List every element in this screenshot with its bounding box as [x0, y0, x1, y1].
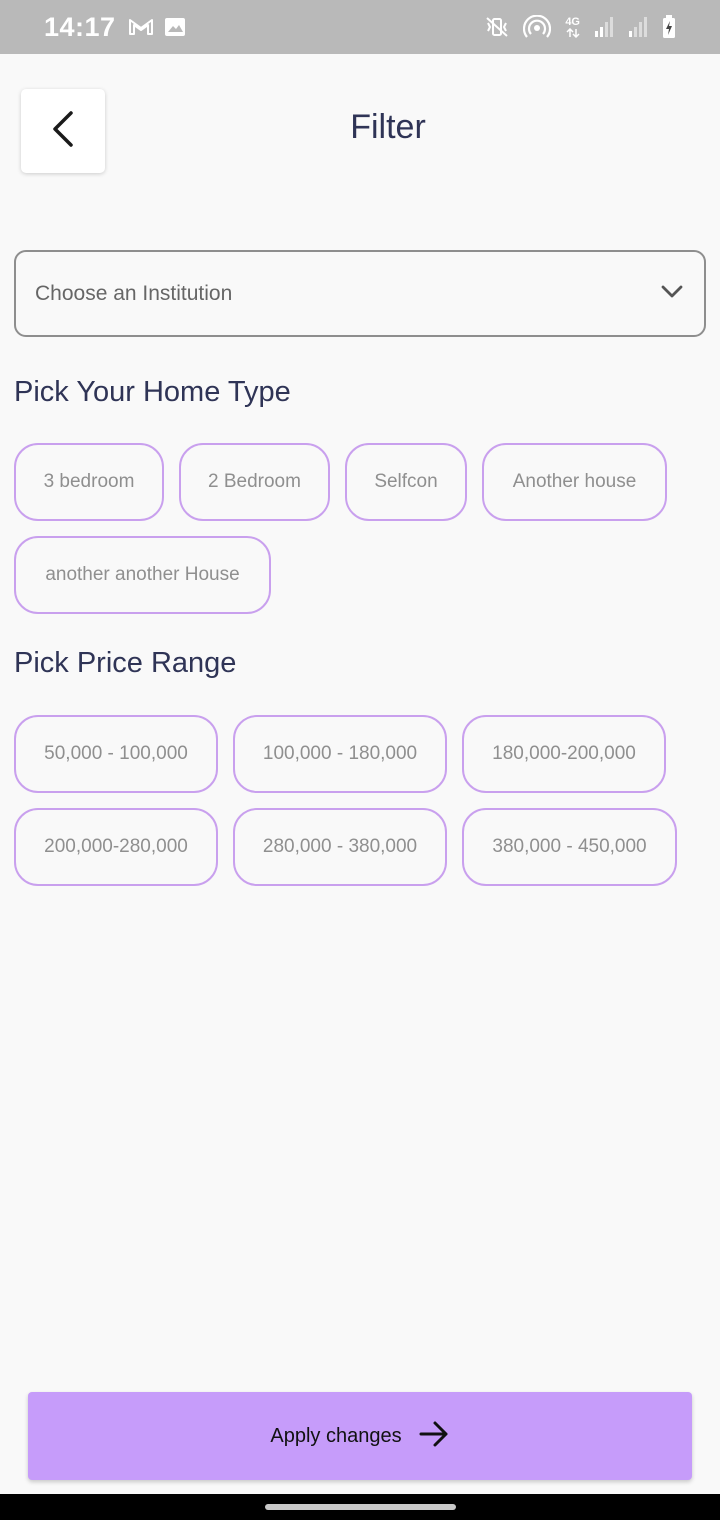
price-range-chip[interactable]: 380,000 - 450,000: [462, 808, 677, 886]
navigation-bar: [0, 1494, 720, 1520]
home-gesture-handle[interactable]: [265, 1504, 456, 1510]
home-type-chip[interactable]: Selfcon: [345, 443, 467, 521]
price-range-chip[interactable]: 100,000 - 180,000: [233, 715, 447, 793]
home-type-row-1: 3 bedroom 2 Bedroom Selfcon Another hous…: [14, 443, 667, 521]
status-time: 14:17: [44, 11, 116, 42]
status-notification-icons: [128, 17, 186, 37]
price-range-chip[interactable]: 280,000 - 380,000: [233, 808, 447, 886]
price-range-title: Pick Price Range: [14, 647, 237, 679]
institution-dropdown[interactable]: Choose an Institution: [14, 250, 706, 337]
signal-icon: [628, 16, 648, 38]
price-range-chip[interactable]: 200,000-280,000: [14, 808, 218, 886]
home-type-chip[interactable]: another another House: [14, 536, 271, 614]
home-type-row-2: another another House: [14, 536, 271, 614]
image-icon: [164, 17, 186, 37]
apply-changes-label: Apply changes: [270, 1424, 402, 1447]
status-bar: 14:17 4G: [0, 0, 720, 54]
price-range-row-2: 200,000-280,000 280,000 - 380,000 380,00…: [14, 808, 677, 886]
home-type-chip[interactable]: 2 Bedroom: [179, 443, 330, 521]
home-type-chip[interactable]: 3 bedroom: [14, 443, 164, 521]
4g-data-icon: 4G: [565, 15, 580, 38]
price-range-chip[interactable]: 50,000 - 100,000: [14, 715, 218, 793]
status-system-icons: 4G: [485, 15, 676, 39]
hotspot-icon: [523, 15, 552, 39]
home-type-chip[interactable]: Another house: [482, 443, 667, 521]
gmail-icon: [128, 17, 154, 37]
price-range-row-1: 50,000 - 100,000 100,000 - 180,000 180,0…: [14, 715, 666, 793]
chevron-down-icon: [660, 283, 684, 304]
institution-dropdown-placeholder: Choose an Institution: [35, 281, 233, 305]
price-range-chip[interactable]: 180,000-200,000: [462, 715, 666, 793]
apply-changes-button[interactable]: Apply changes: [28, 1392, 692, 1480]
home-type-title: Pick Your Home Type: [14, 376, 291, 408]
network-type-label: 4G: [565, 15, 580, 28]
battery-charging-icon: [662, 15, 676, 39]
page-title: Filter: [350, 108, 426, 146]
signal-icon: [594, 16, 614, 38]
mute-vibrate-icon: [485, 15, 509, 39]
arrow-right-icon: [418, 1420, 450, 1453]
